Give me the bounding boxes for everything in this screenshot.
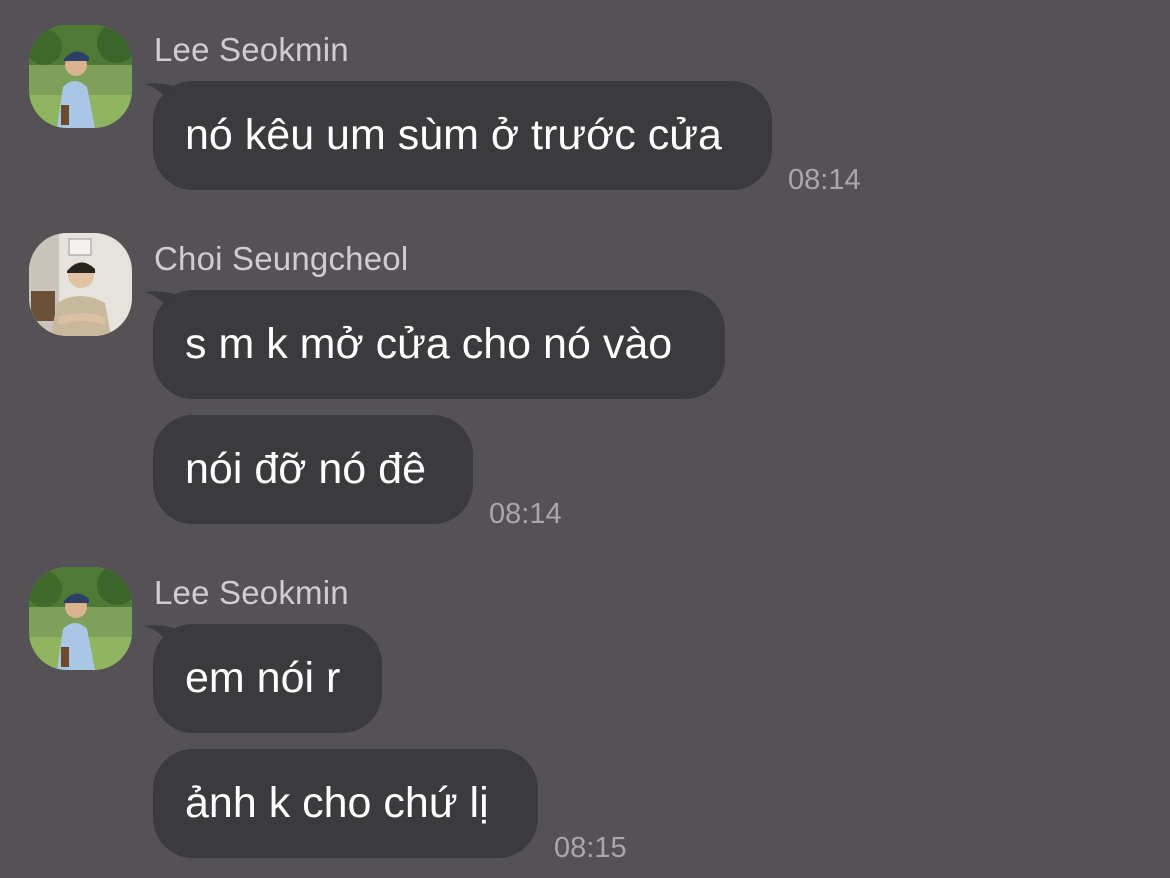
sender-name: Choi Seungcheol [154, 240, 409, 277]
sender-name: Lee Seokmin [154, 31, 349, 68]
message-bubble[interactable]: s m k mở cửa cho nó vào [153, 290, 725, 399]
message-text: nói đỡ nó đê [185, 445, 426, 493]
avatar[interactable] [29, 567, 132, 670]
sender-name: Lee Seokmin [154, 574, 349, 611]
message-timestamp: 08:14 [489, 498, 562, 530]
message-text: ảnh k cho chứ lị [185, 779, 489, 827]
message-bubble[interactable]: nói đỡ nó đê [153, 415, 473, 524]
avatar[interactable] [29, 25, 132, 128]
message-timestamp: 08:14 [788, 164, 861, 196]
message-text: em nói r [185, 654, 341, 702]
message-bubble[interactable]: nó kêu um sùm ở trước cửa [153, 81, 772, 190]
message-bubble[interactable]: ảnh k cho chứ lị [153, 749, 538, 858]
message-bubble[interactable]: em nói r [153, 624, 382, 733]
message-timestamp: 08:15 [554, 832, 627, 864]
avatar[interactable] [29, 233, 132, 336]
message-text: s m k mở cửa cho nó vào [185, 320, 673, 368]
message-text: nó kêu um sùm ở trước cửa [185, 111, 722, 159]
chat-message-list[interactable]: Lee Seokmin nó kêu um sùm ở trước cửa 08… [0, 0, 1170, 878]
